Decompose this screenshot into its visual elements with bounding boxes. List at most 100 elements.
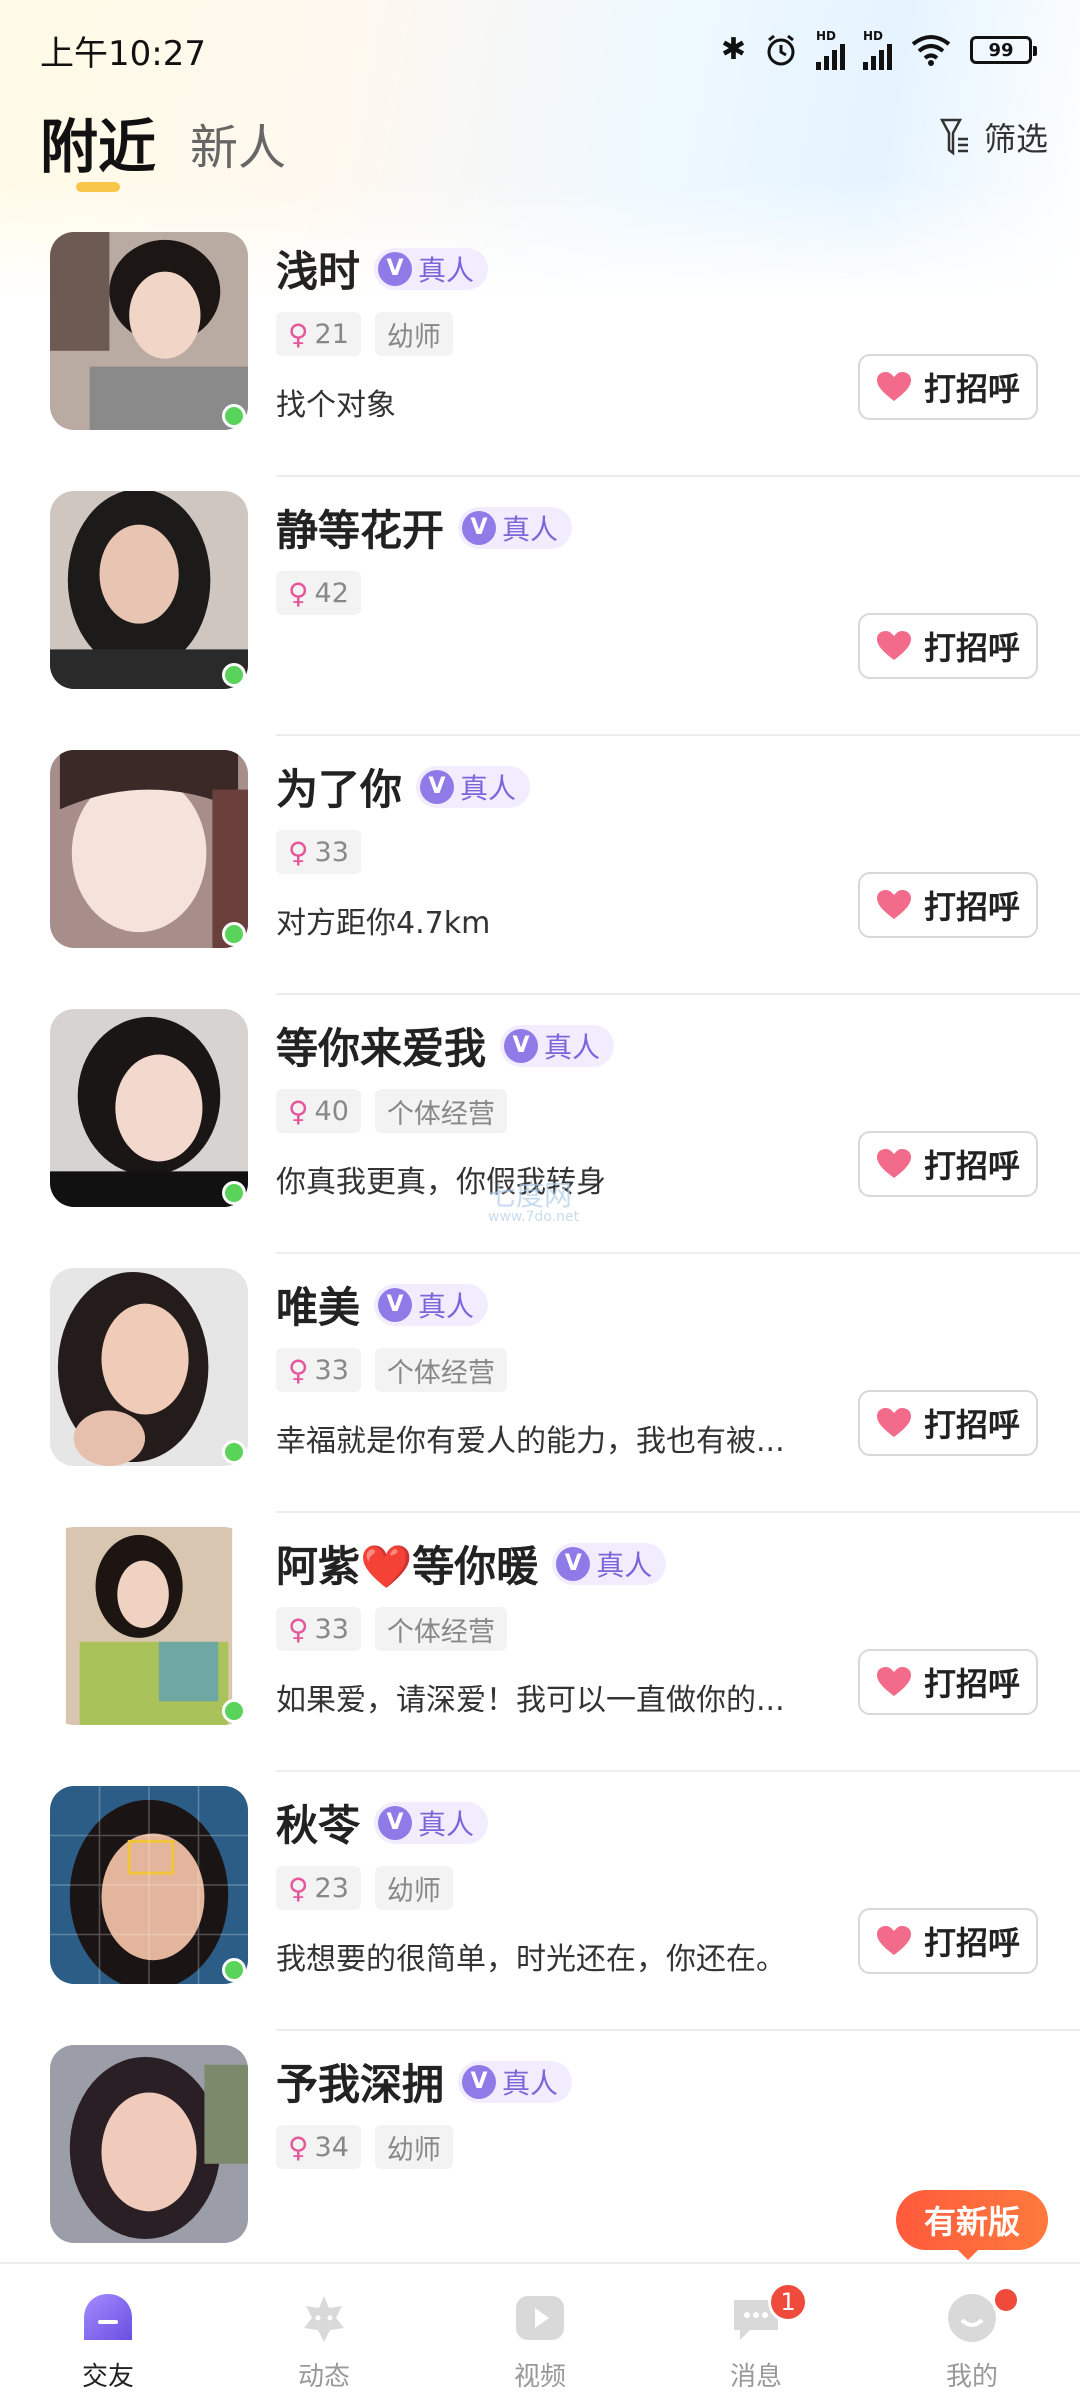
greet-label: 打招呼	[923, 629, 1020, 667]
age-value: 40	[314, 1095, 349, 1127]
age-value: 21	[314, 318, 349, 350]
nav-label: 动态	[297, 2362, 350, 2392]
greet-button[interactable]: 打招呼	[858, 613, 1038, 679]
name-line: 秋苓 V 真人	[276, 1792, 489, 1853]
user-name: 阿紫❤️等你暖	[276, 1542, 539, 1591]
female-icon: ♀	[288, 1094, 309, 1128]
list-item[interactable]: 静等花开 V 真人 ♀ 42 打招呼	[0, 477, 1080, 736]
greet-button[interactable]: 打招呼	[858, 1908, 1038, 1974]
filter-label: 筛选	[983, 120, 1048, 158]
filter-icon	[939, 118, 968, 156]
verified-badge: V 真人	[500, 1024, 615, 1067]
avatar[interactable]	[50, 1527, 248, 1725]
avatar[interactable]	[50, 1786, 248, 1984]
nav-label: 我的	[945, 2362, 998, 2392]
avatar[interactable]	[50, 1268, 248, 1466]
avatar[interactable]	[50, 491, 248, 689]
occupation-tag: 幼师	[374, 1866, 453, 1910]
name-line: 等你来爱我 V 真人	[276, 1015, 615, 1076]
nav-video[interactable]: 视频	[432, 2264, 648, 2400]
tab-nearby[interactable]: 附近	[40, 100, 156, 184]
greet-label: 打招呼	[923, 888, 1020, 926]
filter-button[interactable]: 筛选	[939, 114, 1048, 160]
user-name: 等你来爱我	[276, 1024, 487, 1073]
profile-notification-dot	[992, 2286, 1020, 2314]
age-tag: ♀ 23	[276, 1866, 361, 1910]
user-name: 静等花开	[276, 506, 445, 555]
verified-badge: V 真人	[458, 506, 573, 549]
user-name: 秋苓	[276, 1801, 361, 1850]
user-tags: ♀ 21 幼师	[276, 312, 453, 356]
list-item[interactable]: 秋苓 V 真人 ♀ 23 幼师 我想要的很简单，时光还在，你还在。 打招呼	[0, 1772, 1080, 2031]
occupation-tag: 幼师	[374, 2125, 453, 2169]
verified-icon: V	[378, 251, 413, 286]
message-count-badge: 1	[768, 2282, 808, 2322]
verified-label: 真人	[418, 1807, 475, 1841]
battery-icon: 99	[970, 36, 1037, 64]
watermark-title: 七度网	[488, 1179, 573, 1212]
list-item[interactable]: 为了你 V 真人 ♀ 33 对方距你4.7km 打招呼	[0, 736, 1080, 995]
user-tags: ♀ 40 个体经营	[276, 1089, 507, 1133]
heart-icon	[876, 631, 911, 660]
status-time: 上午10:27	[40, 33, 206, 74]
verified-badge: V 真人	[416, 765, 531, 808]
avatar[interactable]	[50, 1009, 248, 1207]
avatar[interactable]	[50, 232, 248, 430]
online-indicator	[222, 404, 246, 428]
nav-label: 消息	[729, 2362, 782, 2392]
verified-label: 真人	[502, 512, 559, 546]
nav-friends[interactable]: 交友	[0, 2264, 216, 2400]
online-indicator	[222, 1181, 246, 1205]
age-value: 34	[314, 2131, 349, 2163]
top-tabs: 附近 新人 筛选	[0, 100, 1080, 210]
user-name: 予我深拥	[276, 2060, 445, 2109]
occupation-tag: 个体经营	[374, 1348, 507, 1392]
list-item[interactable]: 唯美 V 真人 ♀ 33 个体经营 幸福就是你有爱人的能力，我也有被... 打招呼	[0, 1254, 1080, 1513]
age-tag: ♀ 33	[276, 1348, 361, 1392]
online-indicator	[222, 922, 246, 946]
avatar[interactable]	[50, 2045, 248, 2243]
online-indicator	[222, 1958, 246, 1982]
age-tag: ♀ 33	[276, 1607, 361, 1651]
online-indicator	[222, 1440, 246, 1464]
user-name: 浅时	[276, 247, 361, 296]
list-item[interactable]: 浅时 V 真人 ♀ 21 幼师 找个对象 打招呼	[0, 218, 1080, 477]
verified-icon: V	[504, 1028, 539, 1063]
age-tag: ♀ 34	[276, 2125, 361, 2169]
greet-button[interactable]: 打招呼	[858, 354, 1038, 420]
nav-messages[interactable]: 1 消息	[648, 2264, 864, 2400]
female-icon: ♀	[288, 2130, 309, 2164]
greet-button[interactable]: 打招呼	[858, 872, 1038, 938]
list-item[interactable]: 予我深拥 V 真人 ♀ 34 幼师	[0, 2031, 1080, 2290]
alarm-icon	[767, 34, 795, 66]
greet-button[interactable]: 打招呼	[858, 1131, 1038, 1197]
tab-new[interactable]: 新人	[190, 108, 286, 178]
female-icon: ♀	[288, 835, 309, 869]
bottom-nav: 交友 动态 视频 1 消息 我的	[0, 2262, 1080, 2400]
greet-label: 打招呼	[923, 1147, 1020, 1185]
age-value: 33	[314, 1613, 349, 1645]
status-bar: 上午10:27 ✱ HD HD 99	[0, 0, 1080, 100]
verified-badge: V 真人	[458, 2060, 573, 2103]
user-bio: 如果爱，请深爱！我可以一直做你的...	[276, 1683, 785, 1718]
avatar[interactable]	[50, 750, 248, 948]
friends-icon	[84, 2294, 132, 2340]
nav-moments[interactable]: 动态	[216, 2264, 432, 2400]
hd-signal-icon: HD	[816, 30, 845, 70]
new-version-badge[interactable]: 有新版	[896, 2190, 1048, 2260]
female-icon: ♀	[288, 1871, 309, 1905]
verified-icon: V	[378, 1805, 413, 1840]
watermark-url: www.7do.net	[488, 1209, 580, 1225]
heart-icon	[876, 1667, 911, 1696]
heart-icon	[876, 1408, 911, 1437]
nav-profile[interactable]: 我的	[864, 2264, 1080, 2400]
user-bio: 幸福就是你有爱人的能力，我也有被...	[276, 1424, 785, 1459]
verified-badge: V 真人	[552, 1542, 667, 1585]
verified-label: 真人	[418, 253, 475, 287]
list-item[interactable]: 阿紫❤️等你暖 V 真人 ♀ 33 个体经营 如果爱，请深爱！我可以一直做你的...…	[0, 1513, 1080, 1772]
occupation-tag: 幼师	[374, 312, 453, 356]
verified-icon: V	[556, 1546, 591, 1581]
greet-button[interactable]: 打招呼	[858, 1649, 1038, 1715]
verified-icon: V	[420, 769, 455, 804]
greet-button[interactable]: 打招呼	[858, 1390, 1038, 1456]
